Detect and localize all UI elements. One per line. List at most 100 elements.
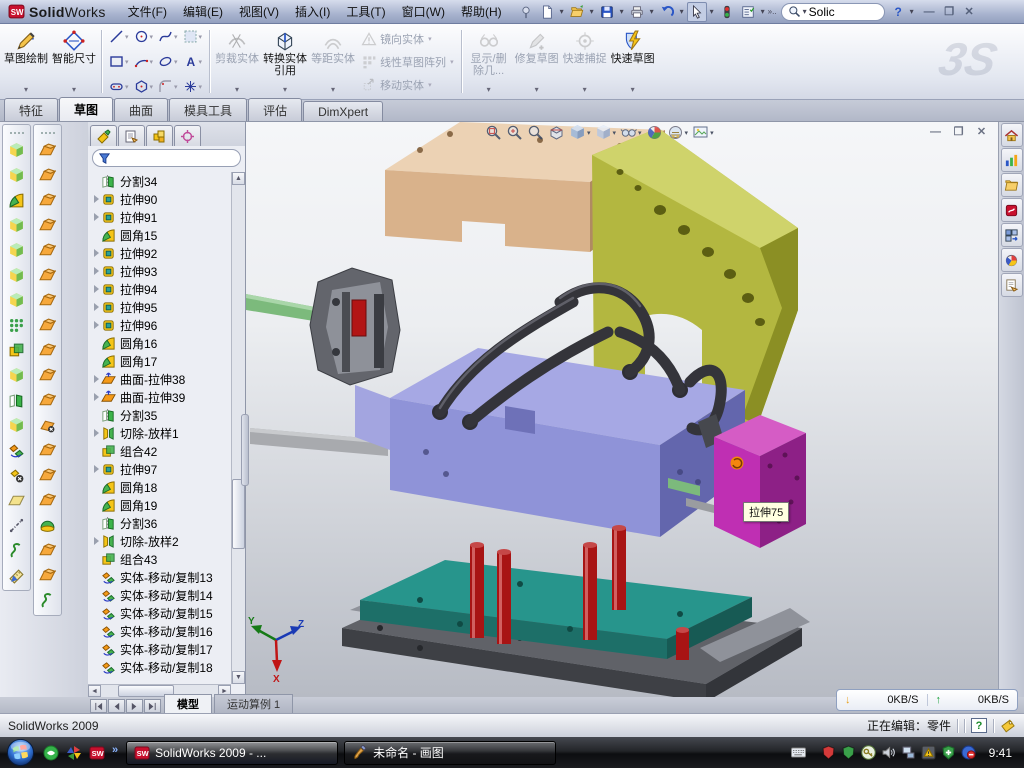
feature-tool-button[interactable]	[3, 388, 30, 413]
tree-item[interactable]: 拉伸90	[88, 190, 231, 208]
surface-tool-button[interactable]	[34, 263, 61, 288]
feature-tool-button[interactable]	[3, 213, 30, 238]
sketch-tool-button[interactable]	[156, 78, 180, 95]
ribbon-tab[interactable]: DimXpert	[303, 101, 383, 121]
close-button[interactable]: ✕	[961, 4, 978, 19]
minimize-button[interactable]: —	[921, 4, 938, 19]
scroll-down-icon[interactable]: ▼	[232, 671, 245, 684]
save-button[interactable]	[597, 2, 617, 22]
quick-tips-button[interactable]: ?	[971, 718, 987, 733]
options-caret[interactable]: ▾	[759, 7, 767, 16]
menu-item[interactable]: 帮助(H)	[453, 1, 510, 22]
sketch-tool-button[interactable]	[107, 53, 131, 70]
task-pane-tab[interactable]	[1001, 148, 1023, 172]
task-pane-tab[interactable]	[1001, 273, 1023, 297]
doc-restore-button[interactable]: ❐	[950, 124, 967, 139]
health-shield-icon[interactable]	[941, 745, 956, 760]
feature-tool-button[interactable]	[3, 413, 30, 438]
tree-item[interactable]: 圆角16	[88, 334, 231, 352]
nav-prev-button[interactable]	[108, 699, 125, 713]
panel-splitter[interactable]	[241, 414, 249, 486]
dropdown-caret-icon[interactable]: ▾	[72, 85, 76, 95]
expand-arrow-icon[interactable]	[91, 429, 101, 437]
expand-arrow-icon[interactable]	[91, 213, 101, 221]
tree-item[interactable]: 圆角19	[88, 496, 231, 514]
feature-tool-button[interactable]	[3, 138, 30, 163]
tree-item[interactable]: 分割34	[88, 172, 231, 190]
scroll-up-icon[interactable]: ▲	[232, 172, 245, 185]
doc-close-button[interactable]: ✕	[973, 124, 990, 139]
feature-tool-button[interactable]	[3, 338, 30, 363]
search-input[interactable]	[809, 5, 869, 19]
tree-item[interactable]: 曲面-拉伸38	[88, 370, 231, 388]
surface-tool-button[interactable]	[34, 213, 61, 238]
tree-item[interactable]: 拉伸95	[88, 298, 231, 316]
toolbar-button[interactable]: 转换实体引用 ▾	[261, 27, 309, 96]
network-status-icon[interactable]	[901, 745, 916, 760]
surface-tool-button[interactable]	[34, 513, 61, 538]
surface-tool-button[interactable]	[34, 338, 61, 363]
ribbon-tab[interactable]: 特征	[4, 98, 58, 121]
menu-item[interactable]: 文件(F)	[120, 1, 175, 22]
undo-caret[interactable]: ▾	[678, 7, 686, 16]
task-pane-tab[interactable]	[1001, 123, 1023, 147]
hud-button[interactable]	[594, 123, 618, 142]
hud-button[interactable]	[619, 123, 643, 142]
surface-tool-button[interactable]	[34, 413, 61, 438]
tree-item[interactable]: 切除-放样2	[88, 532, 231, 550]
start-button[interactable]	[6, 738, 35, 767]
dropdown-caret-icon[interactable]: ▾	[283, 85, 287, 95]
scroll-left-icon[interactable]: ◄	[88, 685, 101, 697]
feature-tool-button[interactable]	[3, 488, 30, 513]
feature-tool-button[interactable]	[3, 313, 30, 338]
surface-tool-button[interactable]	[34, 163, 61, 188]
surface-tool-button[interactable]	[34, 488, 61, 513]
graphics-viewport[interactable]: Y Z X — ❐ ✕ 拉伸75	[246, 122, 998, 697]
tree-item[interactable]: 拉伸93	[88, 262, 231, 280]
feature-tool-button[interactable]	[3, 513, 30, 538]
hud-button[interactable]	[666, 123, 690, 142]
toolbar-button[interactable]: 移动实体	[357, 74, 458, 95]
expand-arrow-icon[interactable]	[91, 375, 101, 383]
tree-filter-input[interactable]	[92, 149, 241, 167]
taskbar-task-button[interactable]: SW SolidWorks 2009 - ...	[126, 741, 338, 765]
key-status-icon[interactable]	[861, 745, 876, 760]
sketch-tool-button[interactable]	[107, 78, 131, 95]
task-pane-tab[interactable]	[1001, 223, 1023, 247]
task-pane-tab[interactable]	[1001, 248, 1023, 272]
sketch-tool-button[interactable]: A	[181, 53, 205, 70]
dropdown-caret-icon[interactable]: ▾	[487, 85, 491, 95]
help-caret[interactable]: ▾	[908, 7, 916, 16]
tree-item[interactable]: 实体-移动/复制17	[88, 640, 231, 658]
new-document-button[interactable]	[537, 2, 557, 22]
feature-tool-button[interactable]	[3, 363, 30, 388]
menu-item[interactable]: 视图(V)	[231, 1, 287, 22]
help-button[interactable]: ?	[890, 4, 907, 19]
options-button[interactable]	[738, 2, 758, 22]
feature-tool-button[interactable]	[3, 463, 30, 488]
sketch-tool-button[interactable]	[156, 28, 180, 45]
toolbar-button[interactable]: 显示/删除几... ▾	[465, 27, 513, 96]
surface-tool-button[interactable]	[34, 463, 61, 488]
surface-tool-button[interactable]	[34, 563, 61, 588]
alert-icon[interactable]	[921, 745, 936, 760]
surface-tool-button[interactable]	[34, 438, 61, 463]
tree-item[interactable]: 曲面-拉伸39	[88, 388, 231, 406]
hud-button[interactable]	[645, 123, 664, 142]
task-pane-tab[interactable]	[1001, 173, 1023, 197]
expand-arrow-icon[interactable]	[91, 393, 101, 401]
sync-status-icon[interactable]	[961, 745, 976, 760]
nav-next-button[interactable]	[126, 699, 143, 713]
antivirus-shield-icon[interactable]	[821, 745, 836, 760]
print-caret[interactable]: ▾	[648, 7, 656, 16]
surface-tool-button[interactable]	[34, 238, 61, 263]
surface-tool-button[interactable]	[34, 588, 61, 613]
tree-item[interactable]: 分割35	[88, 406, 231, 424]
traffic-light-icon[interactable]	[717, 2, 737, 22]
surface-tool-button[interactable]	[34, 288, 61, 313]
manager-tab[interactable]	[118, 125, 145, 146]
expand-arrow-icon[interactable]	[91, 303, 101, 311]
sketch-tool-button[interactable]	[132, 78, 156, 95]
solidworks-quicklaunch-icon[interactable]: SW	[89, 745, 105, 761]
expand-arrow-icon[interactable]	[91, 285, 101, 293]
